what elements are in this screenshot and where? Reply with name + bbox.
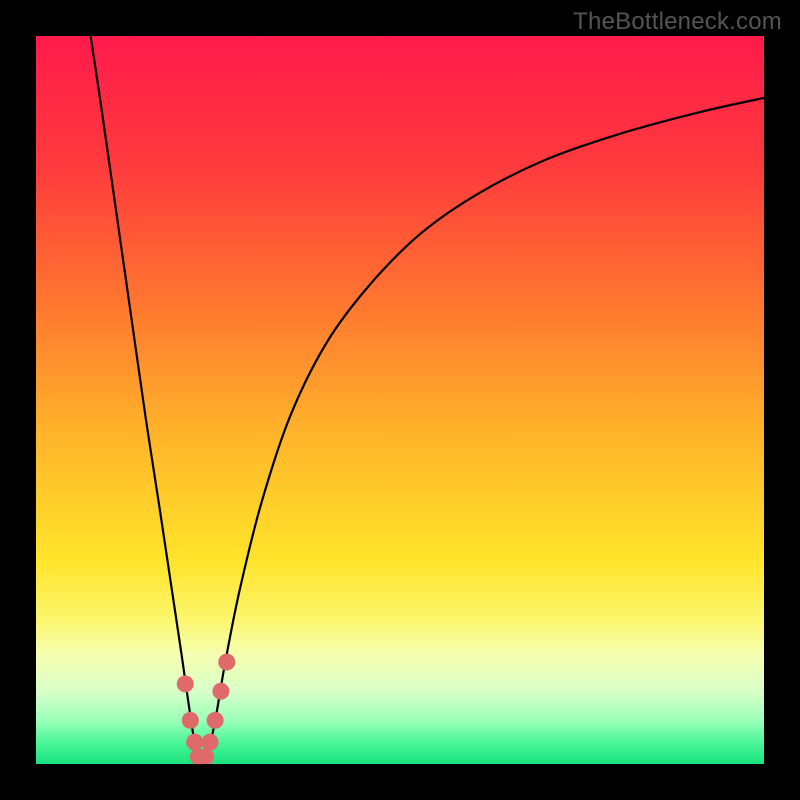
marker-dot <box>218 654 235 671</box>
marker-dot <box>201 734 218 751</box>
marker-cluster <box>177 654 235 764</box>
chart-frame: TheBottleneck.com <box>0 0 800 800</box>
marker-dot <box>177 675 194 692</box>
marker-dot <box>212 683 229 700</box>
chart-svg <box>36 36 764 764</box>
watermark-text: TheBottleneck.com <box>573 8 782 36</box>
marker-dot <box>207 712 224 729</box>
marker-dot <box>186 734 203 751</box>
bottleneck-curve <box>91 36 764 760</box>
plot-area <box>36 36 764 764</box>
marker-dot <box>182 712 199 729</box>
